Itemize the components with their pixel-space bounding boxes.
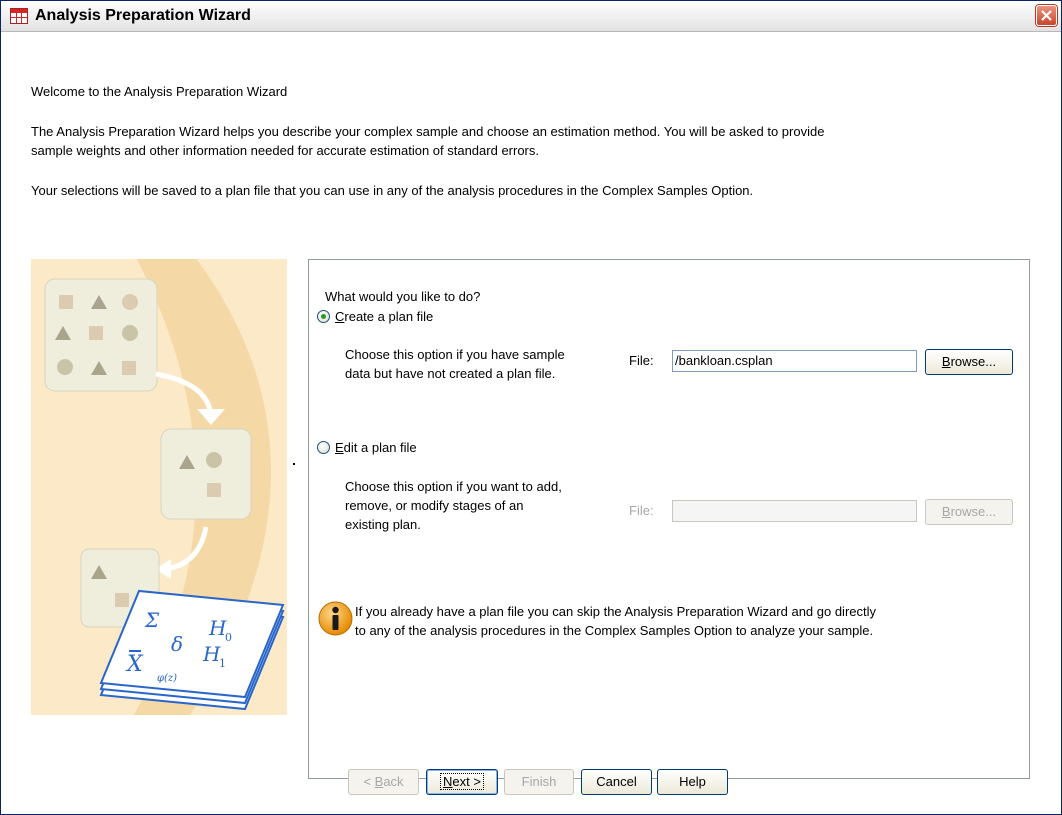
spreadsheet-icon	[10, 8, 28, 24]
back-button: < Back	[348, 769, 419, 795]
radio-selected-dot	[321, 314, 326, 319]
svg-text:0: 0	[225, 631, 232, 644]
edit-plan-desc-line2: remove, or modify stages of an	[345, 498, 524, 513]
edit-plan-desc-line3: existing plan.	[345, 517, 421, 532]
create-file-input[interactable]: /bankloan.csplan	[672, 350, 917, 372]
edit-plan-label[interactable]: Edit a plan file	[335, 439, 417, 457]
separator-dot	[293, 463, 295, 465]
wizard-window: Analysis Preparation Wizard Welcome to t…	[0, 0, 1062, 815]
edit-plan-radio[interactable]	[317, 441, 330, 454]
create-file-label: File:	[629, 353, 654, 368]
create-plan-label[interactable]: Create a plan file	[335, 308, 433, 326]
info-text-line2: to any of the analysis procedures in the…	[355, 623, 874, 638]
illustration-graphic: Σ H 0 δ H 1 X φ(z)	[44, 259, 285, 715]
welcome-heading: Welcome to the Analysis Preparation Wiza…	[31, 84, 288, 99]
question-label: What would you like to do?	[325, 289, 481, 304]
close-icon	[1041, 10, 1052, 21]
edit-browse-button: Browse...	[925, 499, 1013, 525]
create-plan-radio[interactable]	[317, 310, 330, 323]
help-button[interactable]: Help	[657, 769, 728, 795]
create-plan-desc-line1: Choose this option if you have sample	[345, 347, 565, 362]
edit-file-input	[672, 500, 917, 522]
svg-text:X: X	[125, 652, 144, 677]
intro-paragraph-line1: The Analysis Preparation Wizard helps yo…	[31, 124, 825, 139]
svg-text:1: 1	[219, 657, 226, 670]
create-browse-button[interactable]: Browse...	[925, 349, 1013, 375]
wizard-illustration: Σ H 0 δ H 1 X φ(z)	[31, 259, 287, 715]
svg-text:δ: δ	[171, 632, 183, 656]
info-text-line1: If you already have a plan file you can …	[355, 604, 877, 619]
svg-text:φ(z): φ(z)	[157, 673, 177, 684]
title-bar[interactable]: Analysis Preparation Wizard	[1, 1, 1061, 32]
close-button[interactable]	[1036, 5, 1057, 26]
window-title: Analysis Preparation Wizard	[35, 7, 251, 24]
info-icon	[318, 601, 353, 636]
edit-file-label: File:	[629, 503, 654, 518]
edit-plan-desc-line1: Choose this option if you want to add,	[345, 479, 562, 494]
wizard-body: Welcome to the Analysis Preparation Wiza…	[1, 32, 1061, 814]
svg-text:Σ: Σ	[144, 608, 160, 632]
create-plan-desc-line2: data but have not created a plan file.	[345, 366, 556, 381]
next-button[interactable]: Next >	[426, 769, 498, 795]
plan-file-note: Your selections will be saved to a plan …	[31, 183, 754, 198]
intro-paragraph-line2: sample weights and other information nee…	[31, 143, 539, 158]
finish-button: Finish	[504, 769, 574, 795]
cancel-button[interactable]: Cancel	[581, 769, 652, 795]
